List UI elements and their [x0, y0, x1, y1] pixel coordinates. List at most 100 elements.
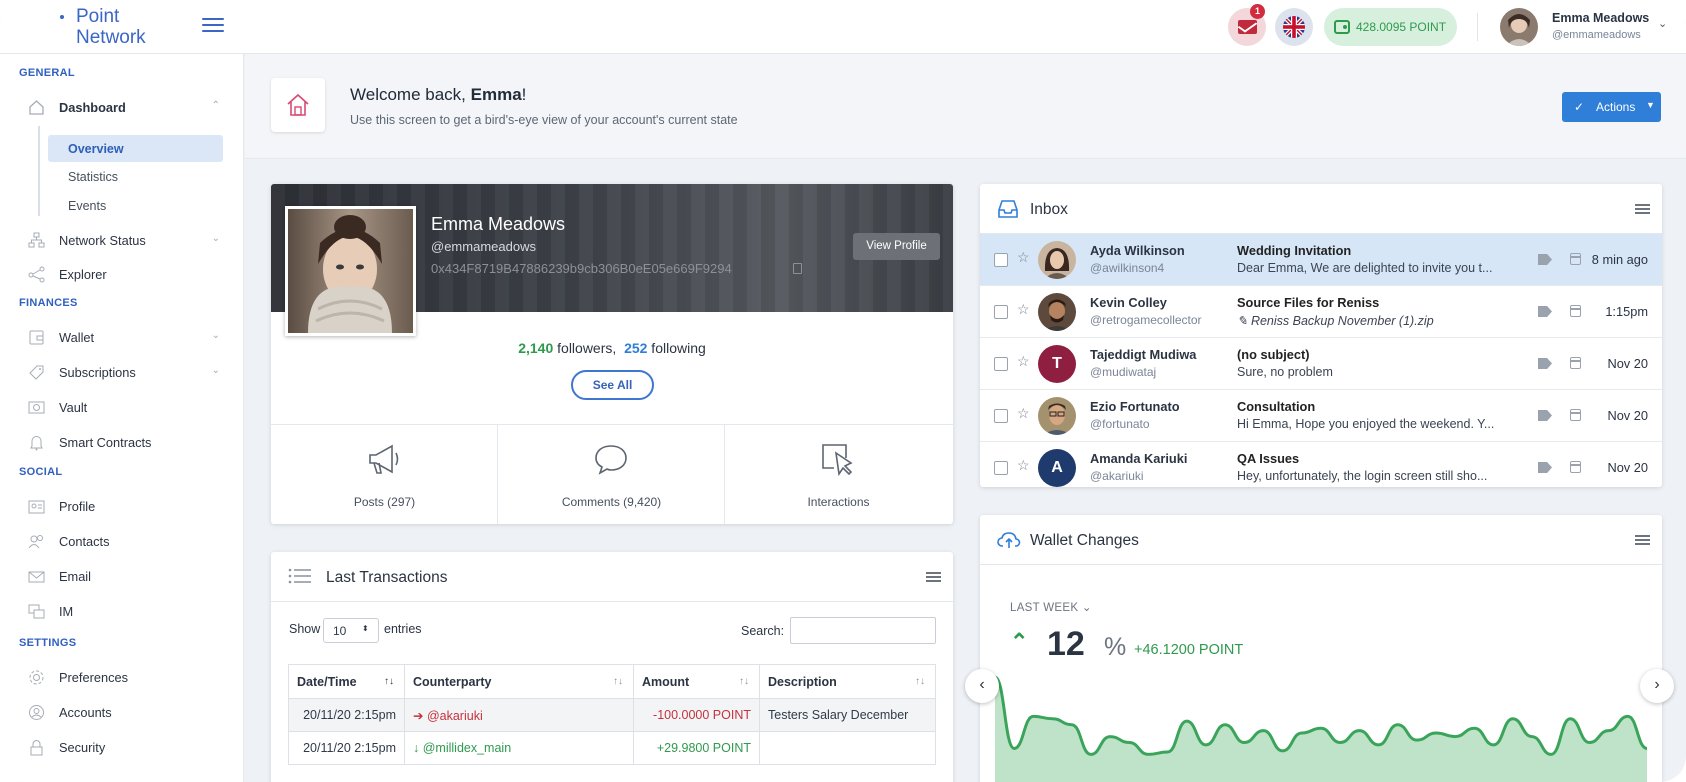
message-time: Nov 20 [1607, 408, 1648, 423]
sidebar-item-subscriptions[interactable]: Subscriptions ⌄ [28, 358, 224, 386]
user-circle-icon [29, 705, 44, 720]
hamburger-menu-icon[interactable] [202, 18, 224, 34]
star-icon[interactable]: ☆ [1017, 405, 1030, 422]
message-preview: Hey, unfortunately, the login screen sti… [1237, 469, 1488, 483]
view-profile-button[interactable]: View Profile [853, 233, 940, 260]
sidebar-item-dashboard[interactable]: Dashboard ⌃ [28, 93, 224, 121]
sidebar-item-accounts[interactable]: Accounts [28, 698, 224, 726]
sidebar-item-smart-contracts[interactable]: Smart Contracts [28, 428, 224, 456]
table-header-row: Date/Time ↑↓ Counterparty ↑↓ Amount ↑↓ Desc… [288, 664, 936, 699]
tag-icon[interactable] [1538, 306, 1552, 317]
column-header-datetime[interactable]: Date/Time ↑↓ [288, 664, 405, 699]
arrow-down-icon: ↓ [413, 741, 423, 755]
search-input[interactable] [790, 617, 936, 644]
chevron-left-icon[interactable]: ‹ [965, 669, 999, 703]
language-button[interactable] [1275, 8, 1313, 46]
stat-label: Comments (9,420) [561, 495, 662, 509]
inbox-row[interactable]: ☆ Ayda Wilkinson @awilkinson4 Wedding In… [980, 234, 1662, 286]
sort-icon: ↑↓ [915, 676, 925, 687]
page-title: Welcome back, Emma! [350, 85, 526, 105]
tag-icon[interactable] [1538, 254, 1552, 265]
arrow-right-icon: ➔ [413, 708, 427, 723]
caret-down-icon: ▼ [1646, 100, 1655, 110]
row-checkbox[interactable] [994, 305, 1008, 319]
sidebar-item-events[interactable]: Events [48, 192, 223, 219]
card-menu-icon[interactable] [1635, 535, 1650, 546]
row-checkbox[interactable] [994, 357, 1008, 371]
table-row[interactable]: 20/11/20 2:15pm ➔ @akariuki -100.0000 PO… [288, 698, 936, 732]
sidebar-item-overview[interactable]: Overview [48, 135, 223, 162]
row-checkbox[interactable] [994, 409, 1008, 423]
page-size-select[interactable]: 10 ⬍ [323, 618, 379, 643]
message-time: 1:15pm [1605, 304, 1648, 319]
wallet-balance-button[interactable]: 428.0095 POINT [1324, 8, 1457, 46]
paperclip-icon: ✎ [1237, 314, 1251, 328]
calendar-icon[interactable] [1570, 253, 1581, 265]
inbox-row[interactable]: ☆ Ezio Fortunato @fortunato Consultation… [980, 390, 1662, 442]
calendar-icon[interactable] [1570, 409, 1581, 421]
star-icon[interactable]: ☆ [1017, 301, 1030, 318]
column-label: Counterparty [413, 674, 492, 689]
sidebar-item-security[interactable]: Security [28, 733, 224, 761]
tag-icon[interactable] [1538, 410, 1552, 421]
cursor-click-icon [822, 444, 853, 477]
star-icon[interactable]: ☆ [1017, 457, 1030, 474]
actions-button[interactable]: ✓ Actions ▼ [1562, 92, 1661, 122]
inbox-row[interactable]: ☆ Kevin Colley @retrogamecollector Sourc… [980, 286, 1662, 338]
column-header-amount[interactable]: Amount ↑↓ [633, 664, 760, 699]
sidebar-item-contacts[interactable]: Contacts [28, 527, 224, 555]
user-menu[interactable]: Emma Meadows @emmameadows ⌄ [1500, 7, 1670, 47]
chevron-right-icon[interactable]: › [1640, 669, 1674, 703]
following-count: 252 [624, 340, 648, 356]
network-icon [28, 232, 45, 248]
tag-icon[interactable] [1538, 462, 1552, 473]
row-checkbox[interactable] [994, 253, 1008, 267]
column-header-counterparty[interactable]: Counterparty ↑↓ [404, 664, 634, 699]
row-checkbox[interactable] [994, 461, 1008, 475]
see-all-button[interactable]: See All [571, 370, 654, 400]
sidebar-item-statistics[interactable]: Statistics [48, 163, 223, 190]
sidebar-item-network-status[interactable]: Network Status ⌄ [28, 226, 224, 254]
table-row[interactable]: 20/11/20 2:15pm ↓ @millidex_main +29.980… [288, 731, 936, 765]
stat-label: Interactions [807, 495, 870, 509]
inbox-row[interactable]: ☆ A Amanda Kariuki @akariuki QA Issues H… [980, 442, 1662, 487]
mail-button[interactable]: 1 [1228, 4, 1266, 46]
cell-counterparty[interactable]: ➔ @akariuki [404, 698, 634, 732]
attachment-name: Reniss Backup November (1).zip [1250, 314, 1434, 328]
sidebar-item-profile[interactable]: Profile [28, 492, 224, 520]
card-menu-icon[interactable] [1635, 204, 1650, 215]
sidebar-item-vault[interactable]: Vault [28, 393, 224, 421]
sender-avatar [1038, 241, 1076, 279]
users-icon [28, 535, 43, 549]
inbox-row[interactable]: ☆ T Tajeddigt Mudiwa @mudiwataj (no subj… [980, 338, 1662, 390]
cell-counterparty[interactable]: ↓ @millidex_main [404, 731, 634, 765]
sidebar-item-preferences[interactable]: Preferences [28, 663, 224, 691]
star-icon[interactable]: ☆ [1017, 353, 1030, 370]
user-handle: @emmameadows [1552, 29, 1641, 41]
envelope-icon [28, 571, 45, 583]
star-icon[interactable]: ☆ [1017, 249, 1030, 266]
sidebar-item-explorer[interactable]: Explorer [28, 260, 224, 288]
sidebar-item-email[interactable]: Email [28, 562, 224, 590]
period-dropdown[interactable]: LAST WEEK ⌄ [1010, 600, 1092, 614]
welcome-name: Emma [470, 85, 522, 104]
sidebar-item-label: Vault [59, 400, 88, 415]
sidebar-item-label: IM [59, 604, 74, 619]
copy-icon[interactable] [793, 263, 802, 274]
sidebar-item-wallet[interactable]: Wallet ⌄ [28, 323, 224, 351]
comments-stat[interactable]: Comments (9,420) [498, 425, 725, 524]
sidebar-item-im[interactable]: IM [28, 597, 224, 625]
counterparty-handle: @millidex_main [422, 741, 512, 755]
tag-icon[interactable] [1538, 358, 1552, 369]
vault-icon [28, 401, 45, 414]
interactions-stat[interactable]: Interactions [725, 425, 952, 524]
posts-stat[interactable]: Posts (297) [271, 425, 498, 524]
following-label: following [647, 340, 706, 356]
column-header-description[interactable]: Description ↑↓ [759, 664, 936, 699]
calendar-icon[interactable] [1570, 305, 1581, 317]
card-menu-icon[interactable] [926, 572, 941, 583]
calendar-icon[interactable] [1570, 461, 1581, 473]
message-time: Nov 20 [1607, 356, 1648, 371]
wallet-balance: 428.0095 POINT [1356, 20, 1447, 34]
calendar-icon[interactable] [1570, 357, 1581, 369]
